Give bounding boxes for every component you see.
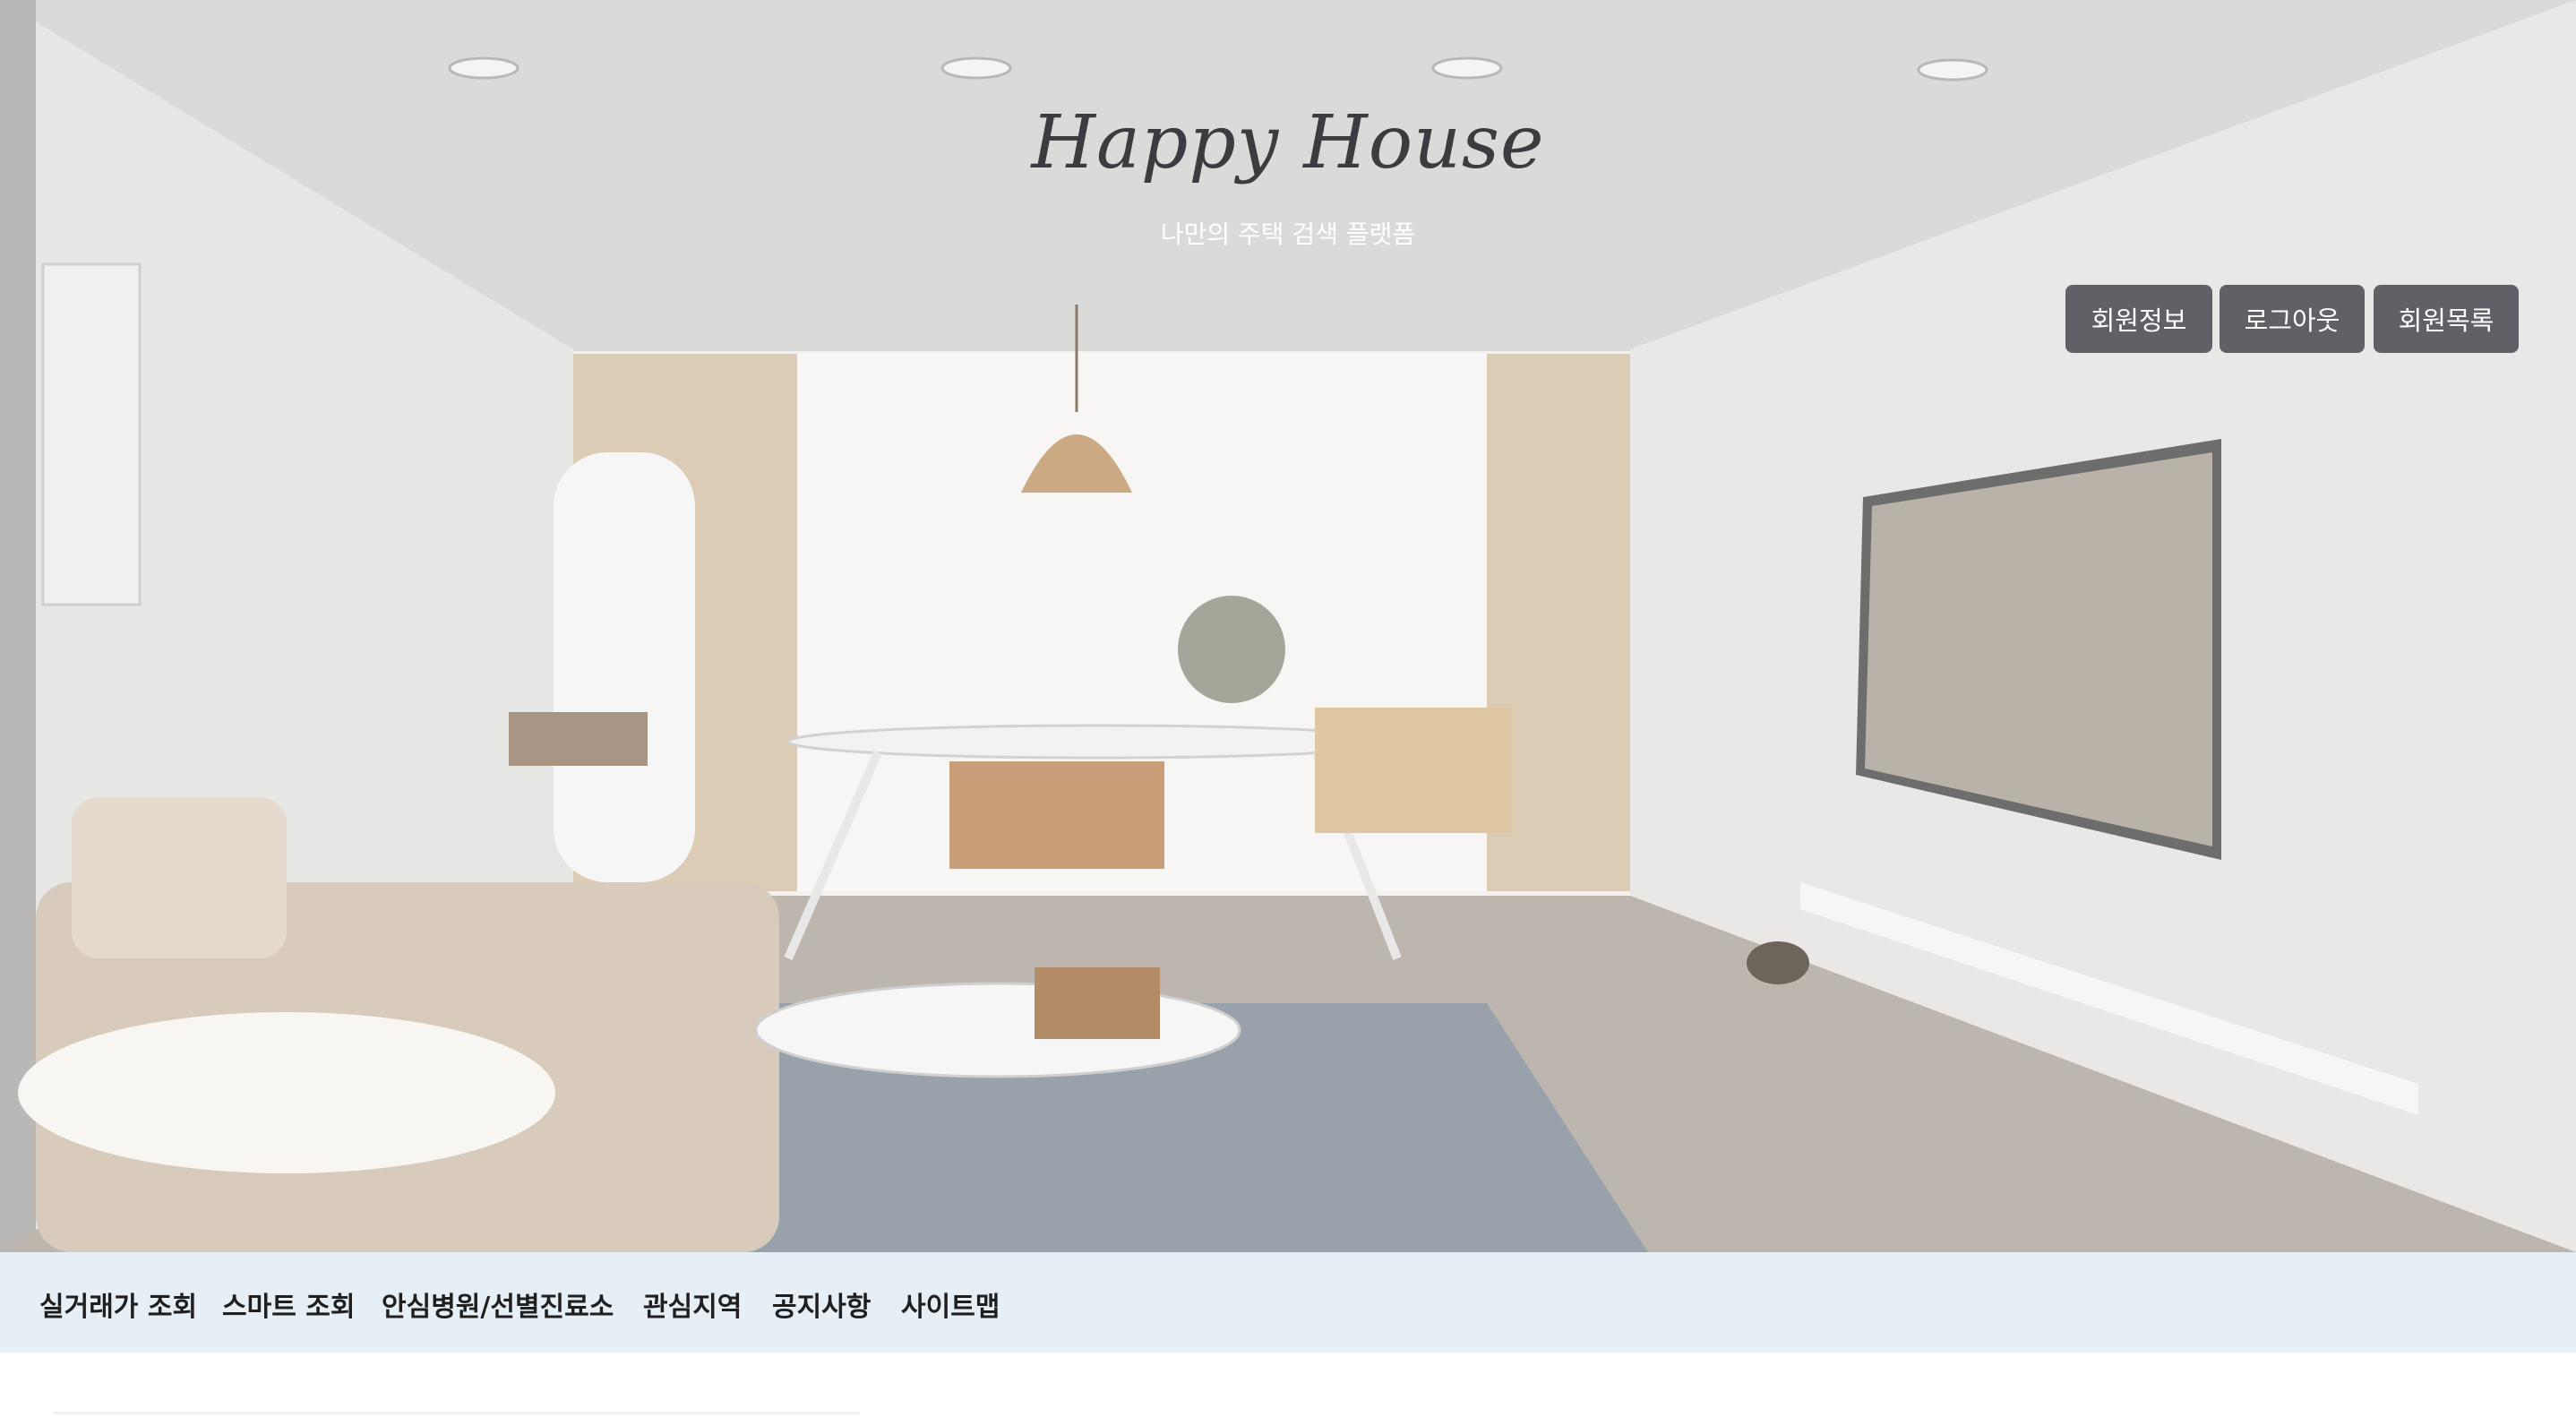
member-list-button[interactable]: 회원목록 [2374, 285, 2519, 353]
site-title: Happy House [1031, 100, 1545, 185]
living-room-photo [0, 0, 2576, 1252]
nav-item-notice[interactable]: 공지사항 [772, 1284, 871, 1324]
nav-item-sitemap[interactable]: 사이트맵 [901, 1284, 1000, 1324]
member-info-button[interactable]: 회원정보 [2065, 285, 2212, 353]
hero-banner: Happy House 나만의 주택 검색 플랫폼 회원정보 로그아웃 회원목록 [0, 0, 2576, 1252]
content-divider [54, 1412, 860, 1414]
logout-button[interactable]: 로그아웃 [2220, 285, 2365, 353]
nav-item-smart-search[interactable]: 스마트 조회 [222, 1284, 355, 1324]
nav-item-real-price-search[interactable]: 실거래가 조회 [39, 1284, 197, 1324]
nav-item-interest-area[interactable]: 관심지역 [643, 1284, 742, 1324]
nav-item-safe-hospital[interactable]: 안심병원/선별진료소 [382, 1284, 614, 1324]
site-subtitle: 나만의 주택 검색 플랫폼 [1160, 219, 1416, 249]
